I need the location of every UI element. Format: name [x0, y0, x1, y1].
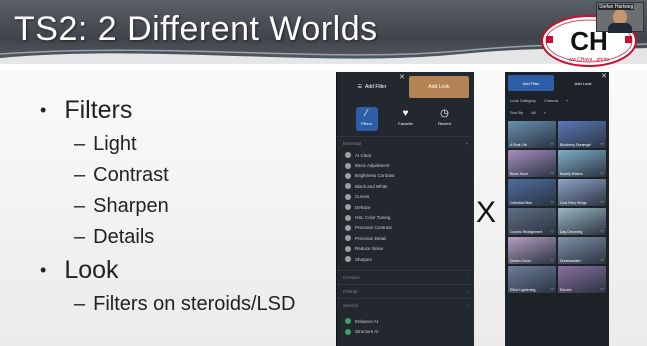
- list-icon: ☰: [357, 84, 363, 90]
- look-thumbnail[interactable]: Bubbly Waters ♡: [558, 150, 606, 177]
- look-thumbnail[interactable]: A Real Life ♡: [508, 121, 556, 148]
- add-filter-tab[interactable]: Add Filter: [508, 75, 554, 91]
- presenter-body: [608, 23, 632, 33]
- filter-icon: [345, 256, 351, 263]
- look-thumbnail[interactable]: Blueberry Dreamgirl ♡: [558, 121, 606, 148]
- filter-item[interactable]: Dehaze: [337, 202, 474, 212]
- sub-bullet: – Sharpen: [74, 194, 169, 217]
- heart-icon[interactable]: ♡: [550, 171, 554, 176]
- look-thumbnail[interactable]: Effort Lightening ♡: [508, 266, 556, 293]
- look-category-select[interactable]: Look Category Cinema ˅: [505, 94, 609, 106]
- bullet-look: • Look: [40, 256, 119, 284]
- heart-icon[interactable]: ♡: [600, 200, 604, 205]
- look-thumbnail[interactable]: Day Dreaming ♡: [558, 208, 606, 235]
- bullet-filters: • Filters: [40, 96, 133, 124]
- add-filter-button[interactable]: ☰ Add Filter: [337, 84, 407, 90]
- section-portrait[interactable]: Portrait ›: [337, 284, 474, 298]
- close-icon[interactable]: ✕: [601, 72, 607, 80]
- filter-tabs: ⁄ Filters ♥ Favorite ◷ Recent: [337, 102, 474, 136]
- look-thumbnail[interactable]: Celestial Bites ♡: [508, 179, 556, 206]
- filter-icon: [345, 235, 351, 242]
- look-thumbnail[interactable]: Cool Fairy Wings ♡: [558, 179, 606, 206]
- filter-item[interactable]: HSL Color Tuning: [337, 212, 474, 222]
- heart-icon[interactable]: ♡: [550, 142, 554, 147]
- chevron-right-icon: ›: [466, 275, 469, 281]
- heart-icon[interactable]: ♡: [600, 142, 604, 147]
- filters-panel: ☰ Add Filter ✕ Add Look ⁄ Filters ♥ Favorit…: [336, 72, 474, 346]
- filter-icon: [345, 193, 351, 200]
- looks-panel: Add Filter Add Look ✕ Look Category Cinem…: [505, 72, 609, 346]
- filter-icon: [345, 152, 351, 159]
- close-icon[interactable]: ✕: [399, 73, 405, 81]
- webcam-tag: Stefan Hartweg: [598, 4, 635, 10]
- section-special[interactable]: Special ›: [337, 298, 474, 312]
- clock-icon: ◷: [440, 108, 449, 119]
- bullet-list: • Filters – Light – Contrast – Sharpen – Deta…: [40, 92, 295, 319]
- slide-title: TS2: 2 Different Worlds: [14, 10, 378, 48]
- looks-panel-header: Add Filter Add Look ✕: [505, 72, 609, 94]
- filter-icon: [345, 214, 351, 221]
- heart-icon[interactable]: ♡: [600, 258, 604, 263]
- filter-item[interactable]: Enhance AI: [337, 316, 474, 326]
- filter-icon: [345, 162, 351, 169]
- heart-icon[interactable]: ♡: [550, 258, 554, 263]
- look-thumbnail[interactable]: Dream Cloud ♡: [508, 237, 556, 264]
- looks-grid: A Real Life ♡ Blueberry Dreamgirl ♡ Blush …: [505, 118, 609, 296]
- filter-icon: [345, 245, 351, 252]
- filter-item[interactable]: Curves: [337, 192, 474, 202]
- sub-bullet: – Light: [74, 132, 137, 155]
- sub-bullet: – Filters on steroids/LSD: [74, 292, 296, 315]
- filter-icon: [345, 172, 351, 179]
- chevron-right-icon: ›: [466, 303, 469, 309]
- heart-icon[interactable]: ♡: [600, 171, 604, 176]
- look-thumbnail[interactable]: Dreamwalker ♡: [558, 237, 606, 264]
- filter-icon: [345, 328, 351, 335]
- filter-item[interactable]: Reduce Noise: [337, 244, 474, 254]
- chevron-up-icon: ˄: [465, 141, 468, 146]
- filter-item[interactable]: Precision Contrast: [337, 223, 474, 233]
- heart-icon[interactable]: ♡: [550, 229, 554, 234]
- filter-item[interactable]: Brightness Contrast: [337, 171, 474, 181]
- heart-icon[interactable]: ♡: [600, 229, 604, 234]
- filter-item[interactable]: Sharpen: [337, 254, 474, 264]
- look-thumbnail[interactable]: Cosmic Realignment ♡: [508, 208, 556, 235]
- filter-item[interactable]: Precision Detail: [337, 233, 474, 243]
- chevron-down-icon: ˅: [543, 109, 546, 115]
- look-thumbnail[interactable]: Electric ♡: [558, 266, 606, 293]
- filter-item[interactable]: AI Clear: [337, 150, 474, 160]
- filter-item[interactable]: Basic Adjustment: [337, 160, 474, 170]
- magic-wand-icon: ⁄: [365, 108, 368, 119]
- tab-recent[interactable]: ◷ Recent: [434, 107, 456, 131]
- heart-icon: ♥: [402, 108, 409, 119]
- filter-item[interactable]: Black and White: [337, 181, 474, 191]
- chevron-down-icon: ˅: [565, 97, 569, 103]
- section-creative[interactable]: Creative ›: [337, 270, 474, 284]
- filter-icon: [345, 183, 351, 190]
- tab-favorite[interactable]: ♥ Favorite: [395, 107, 417, 131]
- look-thumbnail[interactable]: Blush Haze ♡: [508, 150, 556, 177]
- heart-icon[interactable]: ♡: [550, 287, 554, 292]
- sort-select[interactable]: Sort By All ˅: [505, 106, 609, 118]
- filters-panel-header: ☰ Add Filter ✕ Add Look: [337, 72, 474, 102]
- heart-icon[interactable]: ♡: [600, 287, 604, 292]
- webcam-feed: Stefan Hartweg: [596, 2, 644, 33]
- filter-icon: [345, 224, 351, 231]
- add-look-button[interactable]: Add Look: [409, 76, 469, 98]
- separator-x: X: [476, 196, 497, 229]
- logo-url: ww.CHaya...photo: [569, 57, 610, 63]
- filter-item[interactable]: Structure AI: [337, 327, 474, 337]
- chevron-right-icon: ›: [466, 289, 469, 295]
- filter-icon: [345, 204, 351, 211]
- sub-bullet: – Details: [74, 225, 155, 248]
- heart-icon[interactable]: ♡: [550, 200, 554, 205]
- section-essential[interactable]: Essential ˄: [337, 136, 474, 150]
- filter-icon: [345, 318, 351, 325]
- tab-filters[interactable]: ⁄ Filters: [355, 107, 378, 131]
- slide: TS2: 2 Different Worlds CH ww.CHaya...ph…: [0, 0, 647, 346]
- sub-bullet: – Contrast: [74, 163, 169, 186]
